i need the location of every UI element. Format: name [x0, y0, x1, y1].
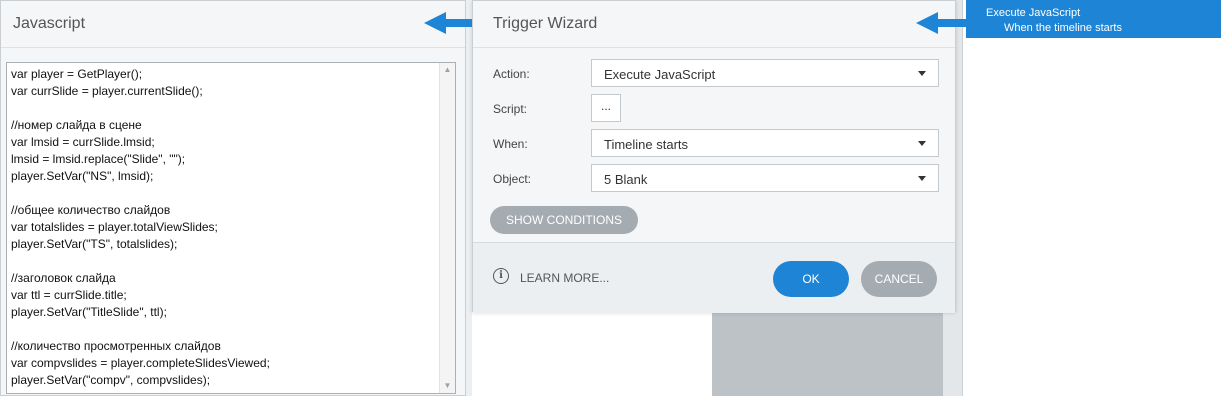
- divider: [473, 47, 955, 48]
- object-select[interactable]: 5 Blank: [591, 164, 939, 192]
- when-select-value: Timeline starts: [604, 137, 689, 152]
- code-line: var ttl = currSlide.title;: [11, 288, 127, 302]
- code-line: var currSlide = player.currentSlide();: [11, 84, 203, 98]
- scroll-down-arrow-icon[interactable]: ▼: [440, 379, 455, 393]
- left-arrow-icon: [424, 12, 472, 34]
- callout-line-2: When the timeline starts: [1004, 22, 1122, 34]
- dialog-title: Trigger Wizard: [493, 15, 598, 32]
- code-line: //количество просмотренных слайдов: [11, 339, 221, 353]
- code-line: player.SetVar("NS", lmsid);: [11, 169, 154, 183]
- divider: [1, 47, 465, 48]
- code-line: //номер слайда в сцене: [11, 118, 142, 132]
- chevron-down-icon: [918, 71, 926, 76]
- action-select[interactable]: Execute JavaScript: [591, 59, 939, 87]
- javascript-panel-title: Javascript: [13, 15, 86, 32]
- info-icon[interactable]: i: [493, 268, 509, 284]
- javascript-editor[interactable]: var player = GetPlayer(); var currSlide =…: [6, 62, 456, 394]
- code-line: player.SetVar("TS", totalslides);: [11, 237, 178, 251]
- chevron-down-icon: [918, 141, 926, 146]
- script-label: Script:: [493, 102, 528, 116]
- show-conditions-button[interactable]: SHOW CONDITIONS: [490, 206, 638, 234]
- dialog-footer: i LEARN MORE... OK CANCEL: [473, 242, 955, 313]
- object-select-value: 5 Blank: [604, 172, 648, 187]
- code-line: lmsid = lmsid.replace("Slide", "");: [11, 152, 186, 166]
- code-line: var player = GetPlayer();: [11, 67, 143, 81]
- javascript-panel: Javascript var player = GetPlayer(); var …: [0, 0, 466, 396]
- background-canvas: [712, 300, 943, 396]
- callout-line-1: Execute JavaScript: [986, 7, 1081, 19]
- code-line: var lmsid = currSlide.lmsid;: [11, 135, 155, 149]
- code-line: var totalslides = player.totalViewSlides…: [11, 220, 218, 234]
- code-text[interactable]: var player = GetPlayer(); var currSlide =…: [11, 66, 437, 389]
- learn-more-link[interactable]: LEARN MORE...: [520, 271, 609, 285]
- left-arrow-icon: [916, 12, 968, 34]
- edit-script-button[interactable]: ...: [591, 94, 621, 122]
- code-line: player.SetVar("compv", compvslides);: [11, 373, 211, 387]
- ok-button[interactable]: OK: [773, 261, 849, 297]
- editor-scrollbar[interactable]: ▲ ▼: [439, 63, 455, 393]
- code-line: player.SetVar("TitleSlide", ttl);: [11, 305, 167, 319]
- when-select[interactable]: Timeline starts: [591, 129, 939, 157]
- code-line: //общее количество слайдов: [11, 203, 171, 217]
- divider: [962, 0, 963, 396]
- when-label: When:: [493, 137, 528, 151]
- annotation-callout: Execute JavaScript When the timeline sta…: [966, 0, 1221, 38]
- code-line: var compvslides = player.completeSlidesV…: [11, 356, 270, 370]
- object-label: Object:: [493, 172, 532, 186]
- action-select-value: Execute JavaScript: [604, 67, 716, 82]
- scroll-up-arrow-icon[interactable]: ▲: [440, 63, 455, 77]
- cancel-button[interactable]: CANCEL: [861, 261, 937, 297]
- action-label: Action:: [493, 67, 530, 81]
- code-line: //заголовок слайда: [11, 271, 116, 285]
- trigger-wizard-dialog: Trigger Wizard Action: Execute JavaScrip…: [472, 0, 956, 313]
- chevron-down-icon: [918, 176, 926, 181]
